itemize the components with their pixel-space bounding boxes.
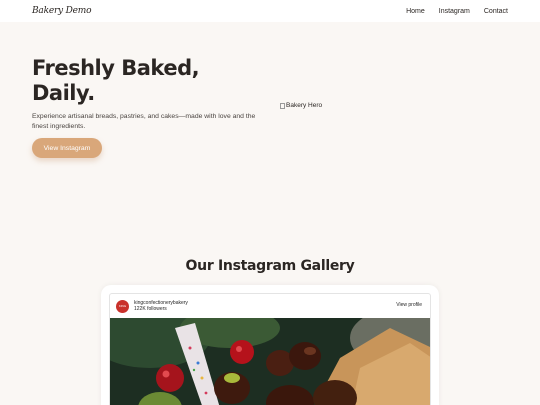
view-instagram-button[interactable]: View Instagram xyxy=(32,138,102,158)
hero-subtitle: Experience artisanal breads, pastries, a… xyxy=(32,113,256,130)
nav-link-home[interactable]: Home xyxy=(406,8,425,15)
logo[interactable]: Bakery Demo xyxy=(32,6,92,16)
hero-image-alt: Bakery Hero xyxy=(286,102,323,109)
instagram-post-image[interactable] xyxy=(110,318,430,405)
follower-count: 122K followers xyxy=(134,306,167,312)
navbar: Bakery Demo Home Instagram Contact xyxy=(0,0,540,22)
avatar-logo-text: KING xyxy=(118,304,127,308)
hero-image: Bakery Hero xyxy=(280,102,322,109)
nav-links: Home Instagram Contact xyxy=(406,8,508,15)
account-info: kingconfectionerybakery 122K followers xyxy=(134,300,188,313)
hero-title-line-1: Freshly Baked, xyxy=(32,56,200,80)
gallery-title: Our Instagram Gallery xyxy=(185,258,355,274)
account-avatar[interactable]: KING xyxy=(116,299,129,313)
embed-header: KING kingconfectionerybakery 122K follow… xyxy=(110,294,430,318)
hero-title: Freshly Baked, Daily. xyxy=(32,56,252,106)
hero-section: Freshly Baked, Daily. Experience artisan… xyxy=(0,22,540,232)
broken-image-icon xyxy=(280,102,285,109)
nav-link-instagram[interactable]: Instagram xyxy=(439,8,470,15)
hero-title-line-2: Daily. xyxy=(32,81,95,105)
view-profile-link[interactable]: View profile xyxy=(396,302,422,308)
post-photo-illustration xyxy=(110,318,430,405)
nav-link-contact[interactable]: Contact xyxy=(484,8,508,15)
instagram-embed: KING kingconfectionerybakery 122K follow… xyxy=(109,293,431,405)
